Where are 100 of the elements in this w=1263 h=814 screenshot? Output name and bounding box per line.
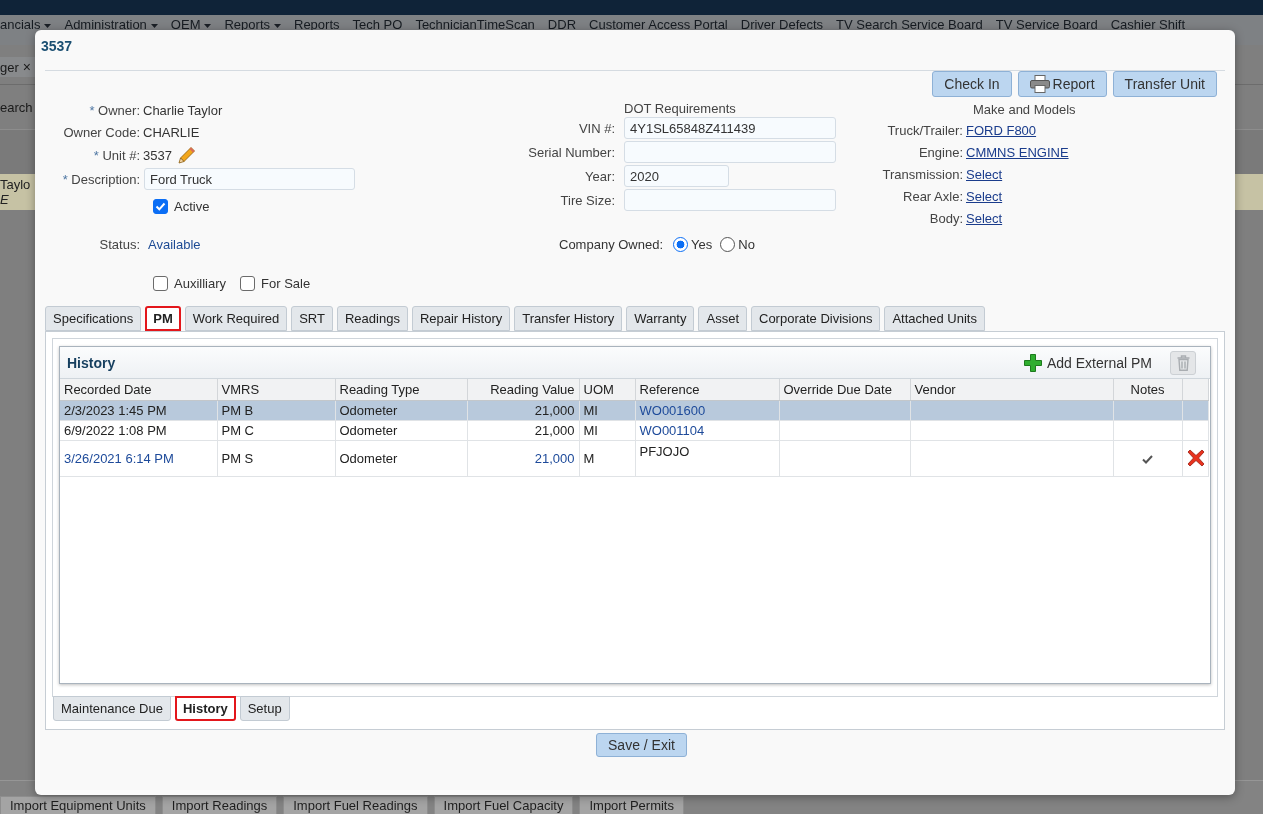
import-button[interactable]: Import Equipment Units [0, 796, 156, 814]
tab[interactable]: Repair History [411, 306, 511, 331]
column-header[interactable]: Reading Type [335, 379, 467, 400]
cell-link[interactable]: 21,000 [534, 450, 575, 466]
model-link[interactable]: FORD F800 [966, 122, 1037, 138]
tab[interactable]: Readings [336, 306, 408, 331]
menu-item[interactable]: Reports [294, 18, 340, 32]
column-header[interactable]: Reading Value [467, 379, 579, 400]
grid-title: History [67, 354, 117, 371]
column-header[interactable]: Override Due Date [779, 379, 910, 400]
text-field[interactable]: 2020 [624, 165, 729, 187]
field-label: Serial Number: [527, 144, 615, 160]
import-button[interactable]: Import Fuel Readings [283, 796, 428, 814]
add-external-pm-button[interactable]: Add External PM [1023, 353, 1152, 372]
sub-tab[interactable]: Setup [239, 696, 290, 721]
sub-tab[interactable]: History [174, 696, 236, 721]
field-value: Charlie Taylor [143, 102, 223, 118]
text-field[interactable]: 4Y1SL65848Z411439 [624, 117, 836, 139]
section-heading: DOT Requirements [624, 99, 737, 117]
field-label: Body: [928, 210, 963, 226]
cell-link[interactable]: WO001600 [639, 402, 706, 418]
import-button[interactable]: Import Readings [161, 796, 278, 814]
tab[interactable]: Warranty [626, 306, 695, 331]
model-link[interactable]: Select [966, 166, 1003, 182]
sub-tab[interactable]: Maintenance Due [53, 696, 171, 721]
table-cell: 2/3/2023 1:45 PM [60, 400, 217, 420]
table-cell: PM S [217, 440, 335, 476]
model-link[interactable]: Select [966, 188, 1003, 204]
menu-item[interactable]: TechnicianTimeScan [415, 18, 535, 32]
table-row[interactable]: 3/26/2021 6:14 PM PM S Odometer 21,000 M PFJOJO [60, 440, 1208, 476]
list-cell: Taylo [0, 177, 31, 192]
cell-link[interactable]: WO001104 [639, 422, 705, 438]
field-label: VIN #: [577, 120, 615, 136]
checkbox[interactable] [240, 275, 255, 291]
menu-item[interactable]: Reports [224, 18, 281, 32]
status-value: Available [148, 236, 201, 252]
text-field[interactable] [624, 189, 836, 211]
pencil-icon[interactable] [177, 146, 196, 164]
import-button[interactable]: Import Fuel Capacity [433, 796, 574, 814]
table-cell: 21,000 [467, 400, 579, 420]
column-header[interactable]: VMRS [217, 379, 335, 400]
tab[interactable]: Transfer History [514, 306, 623, 331]
tab[interactable]: PM [145, 306, 181, 331]
menu-item[interactable]: TV Service Board [995, 18, 1098, 32]
field-value: 3537 [143, 147, 172, 163]
column-header[interactable]: UOM [579, 379, 635, 400]
transfer-unit-button[interactable]: Transfer Unit [1112, 71, 1217, 97]
tab[interactable]: Work Required [184, 306, 288, 331]
tab[interactable]: Specifications [45, 306, 142, 331]
field-label: Tire Size: [559, 192, 615, 208]
checkbox-label: Active [174, 198, 210, 214]
menu-item[interactable]: Cashier Shift [1110, 18, 1186, 32]
column-header[interactable]: Recorded Date [60, 379, 217, 400]
page-tab[interactable]: ger × [0, 57, 35, 77]
model-link[interactable]: CMMNS ENGINE [966, 144, 1069, 160]
tab[interactable]: SRT [291, 306, 333, 331]
checkbox[interactable] [153, 275, 168, 291]
field-label: * Owner: [88, 102, 140, 118]
table-row[interactable]: 6/9/2022 1:08 PM PM C Odometer 21,000 MI WO001104 [60, 420, 1208, 440]
check-in-button[interactable]: Check In [932, 71, 1012, 97]
field-label: Company Owned: [559, 236, 664, 252]
checkbox-label: Auxilliary [174, 275, 226, 291]
report-button[interactable]: Report [1017, 71, 1107, 97]
section-heading: Make and Models [973, 100, 1077, 119]
column-header[interactable]: Reference [635, 379, 779, 400]
table-row[interactable]: 2/3/2023 1:45 PM PM B Odometer 21,000 MI WO001600 [60, 400, 1208, 420]
table-cell: Odometer [335, 440, 467, 476]
tab[interactable]: Attached Units [884, 306, 985, 331]
table-cell: MI [579, 420, 635, 440]
menu-item[interactable]: Customer Access Portal [589, 18, 728, 32]
list-cell: E [0, 192, 9, 207]
tab-close-button[interactable]: × [22, 59, 31, 75]
table-cell: Odometer [335, 400, 467, 420]
column-header[interactable]: Vendor [910, 379, 1113, 400]
model-link[interactable]: Select [966, 210, 1003, 226]
field-label: Year: [584, 168, 615, 184]
menu-item[interactable]: DDR [547, 18, 577, 32]
text-field[interactable]: Ford Truck [144, 168, 355, 190]
table-cell: 21,000 [467, 420, 579, 440]
cell-link[interactable]: 3/26/2021 6:14 PM [64, 450, 174, 466]
radio-button[interactable] [720, 236, 736, 252]
text-field[interactable] [624, 141, 836, 163]
menu-item[interactable]: OEM [170, 18, 212, 32]
menu-item[interactable]: TV Search Service Board [836, 18, 983, 32]
radio-button[interactable] [673, 236, 689, 252]
checkbox[interactable] [153, 198, 168, 214]
tab[interactable]: Asset [698, 306, 747, 331]
radio-label: No [738, 236, 755, 252]
menu-item[interactable]: Driver Defects [740, 18, 824, 32]
printer-icon [1029, 75, 1050, 93]
menu-item[interactable]: Administration [64, 18, 158, 32]
menu-item[interactable]: Tech PO [352, 18, 403, 32]
radio-label: Yes [691, 236, 713, 252]
save-exit-button[interactable]: Save / Exit [596, 733, 687, 757]
import-button[interactable]: Import Permits [579, 796, 684, 814]
menu-item[interactable]: ancials [0, 18, 52, 32]
x-icon[interactable] [1186, 449, 1205, 467]
table-cell: Odometer [335, 420, 467, 440]
column-header[interactable]: Notes [1113, 379, 1182, 400]
tab[interactable]: Corporate Divisions [751, 306, 881, 331]
